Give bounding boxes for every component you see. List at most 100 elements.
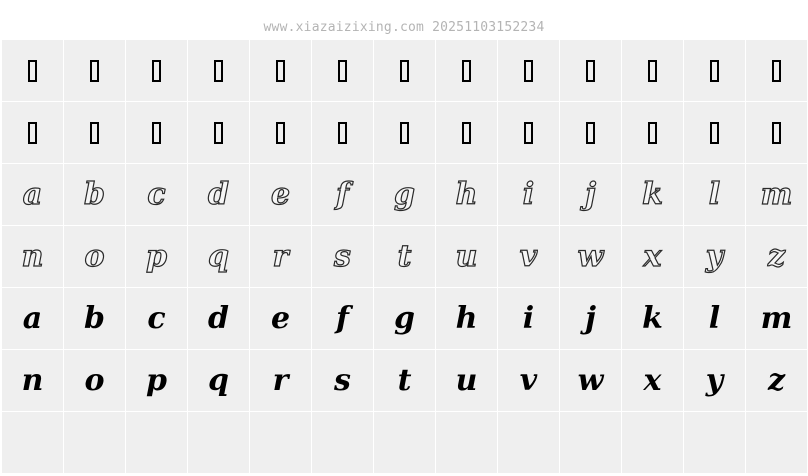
missing-glyph-box-icon [90, 59, 99, 82]
glyph-cell: g [374, 164, 435, 225]
glyph-cell: i [498, 164, 559, 225]
glyph-cell: y [684, 226, 745, 287]
glyph-outline: d [207, 176, 229, 212]
glyph-cell: y [684, 350, 745, 411]
glyph-outline: z [767, 238, 786, 274]
glyph-cell: j [560, 288, 621, 349]
glyph-cell: o [64, 226, 125, 287]
glyph-solid: i [522, 300, 535, 336]
glyph-cell: t [374, 226, 435, 287]
glyph-solid: w [577, 362, 604, 398]
missing-glyph-box-icon [772, 59, 781, 82]
glyph-cell [188, 412, 249, 473]
glyph-cell: e [250, 288, 311, 349]
glyph-grid: a b c d e f g h i j k l m n o p q r s t u v w x y z a b c d e f g h i j k l m n… [2, 40, 807, 473]
missing-glyph-box-icon [214, 121, 223, 144]
missing-glyph-box-icon [214, 59, 223, 82]
glyph-cell [436, 412, 497, 473]
missing-glyph-box-icon [648, 59, 657, 82]
glyph-cell: l [684, 288, 745, 349]
glyph-outline: g [393, 176, 415, 212]
glyph-cell [746, 40, 807, 101]
glyph-cell: b [64, 288, 125, 349]
glyph-cell [498, 412, 559, 473]
glyph-cell: c [126, 164, 187, 225]
glyph-solid: h [455, 300, 478, 336]
glyph-cell: r [250, 226, 311, 287]
missing-glyph-box-icon [524, 59, 533, 82]
glyph-outline: y [705, 238, 724, 274]
glyph-outline: p [145, 238, 167, 274]
glyph-cell [436, 40, 497, 101]
glyph-cell: z [746, 350, 807, 411]
glyph-outline: q [207, 238, 229, 274]
glyph-solid: s [334, 362, 351, 398]
glyph-cell: e [250, 164, 311, 225]
glyph-solid: f [336, 300, 349, 336]
glyph-cell: a [2, 288, 63, 349]
glyph-cell: a [2, 164, 63, 225]
glyph-solid: q [208, 362, 229, 398]
glyph-cell [622, 412, 683, 473]
glyph-cell: x [622, 226, 683, 287]
glyph-cell [560, 102, 621, 163]
glyph-cell: j [560, 164, 621, 225]
glyph-cell [188, 40, 249, 101]
glyph-cell [622, 40, 683, 101]
glyph-cell: m [746, 288, 807, 349]
glyph-outline: j [584, 176, 596, 212]
missing-glyph-box-icon [400, 59, 409, 82]
glyph-cell: f [312, 164, 373, 225]
glyph-cell [2, 40, 63, 101]
missing-glyph-box-icon [152, 59, 161, 82]
glyph-cell [684, 102, 745, 163]
glyph-outline: l [708, 176, 721, 212]
glyph-cell: x [622, 350, 683, 411]
glyph-cell [374, 412, 435, 473]
missing-glyph-box-icon [772, 121, 781, 144]
glyph-cell [250, 40, 311, 101]
glyph-cell: g [374, 288, 435, 349]
watermark-text: www.xiazaizixing.com 20251103152234 [263, 20, 545, 35]
glyph-cell: h [436, 288, 497, 349]
glyph-cell [498, 102, 559, 163]
glyph-solid: u [455, 362, 478, 398]
glyph-cell: f [312, 288, 373, 349]
glyph-cell [126, 412, 187, 473]
glyph-cell [746, 102, 807, 163]
glyph-outline: b [83, 176, 105, 212]
glyph-outline: v [519, 238, 538, 274]
glyph-cell: k [622, 164, 683, 225]
glyph-solid: j [585, 300, 596, 336]
missing-glyph-box-icon [28, 121, 37, 144]
glyph-cell: l [684, 164, 745, 225]
glyph-outline: t [397, 238, 412, 274]
glyph-cell: w [560, 350, 621, 411]
glyph-cell [560, 412, 621, 473]
missing-glyph-box-icon [276, 121, 285, 144]
glyph-cell: d [188, 164, 249, 225]
glyph-outline: s [333, 238, 351, 274]
glyph-cell [312, 102, 373, 163]
missing-glyph-box-icon [90, 121, 99, 144]
glyph-solid: x [643, 362, 662, 398]
glyph-cell: v [498, 350, 559, 411]
glyph-outline: x [643, 238, 662, 274]
glyph-cell [64, 102, 125, 163]
glyph-cell [684, 40, 745, 101]
glyph-solid: e [270, 300, 291, 336]
glyph-solid: d [208, 300, 229, 336]
glyph-solid: z [767, 362, 786, 398]
glyph-cell: d [188, 288, 249, 349]
glyph-outline: a [22, 176, 43, 212]
missing-glyph-box-icon [710, 121, 719, 144]
glyph-cell [250, 102, 311, 163]
glyph-outline: e [270, 176, 291, 212]
glyph-cell [126, 102, 187, 163]
glyph-cell [374, 40, 435, 101]
glyph-cell: p [126, 350, 187, 411]
missing-glyph-box-icon [462, 121, 471, 144]
glyph-outline: r [272, 238, 289, 274]
glyph-cell: p [126, 226, 187, 287]
glyph-cell: u [436, 350, 497, 411]
